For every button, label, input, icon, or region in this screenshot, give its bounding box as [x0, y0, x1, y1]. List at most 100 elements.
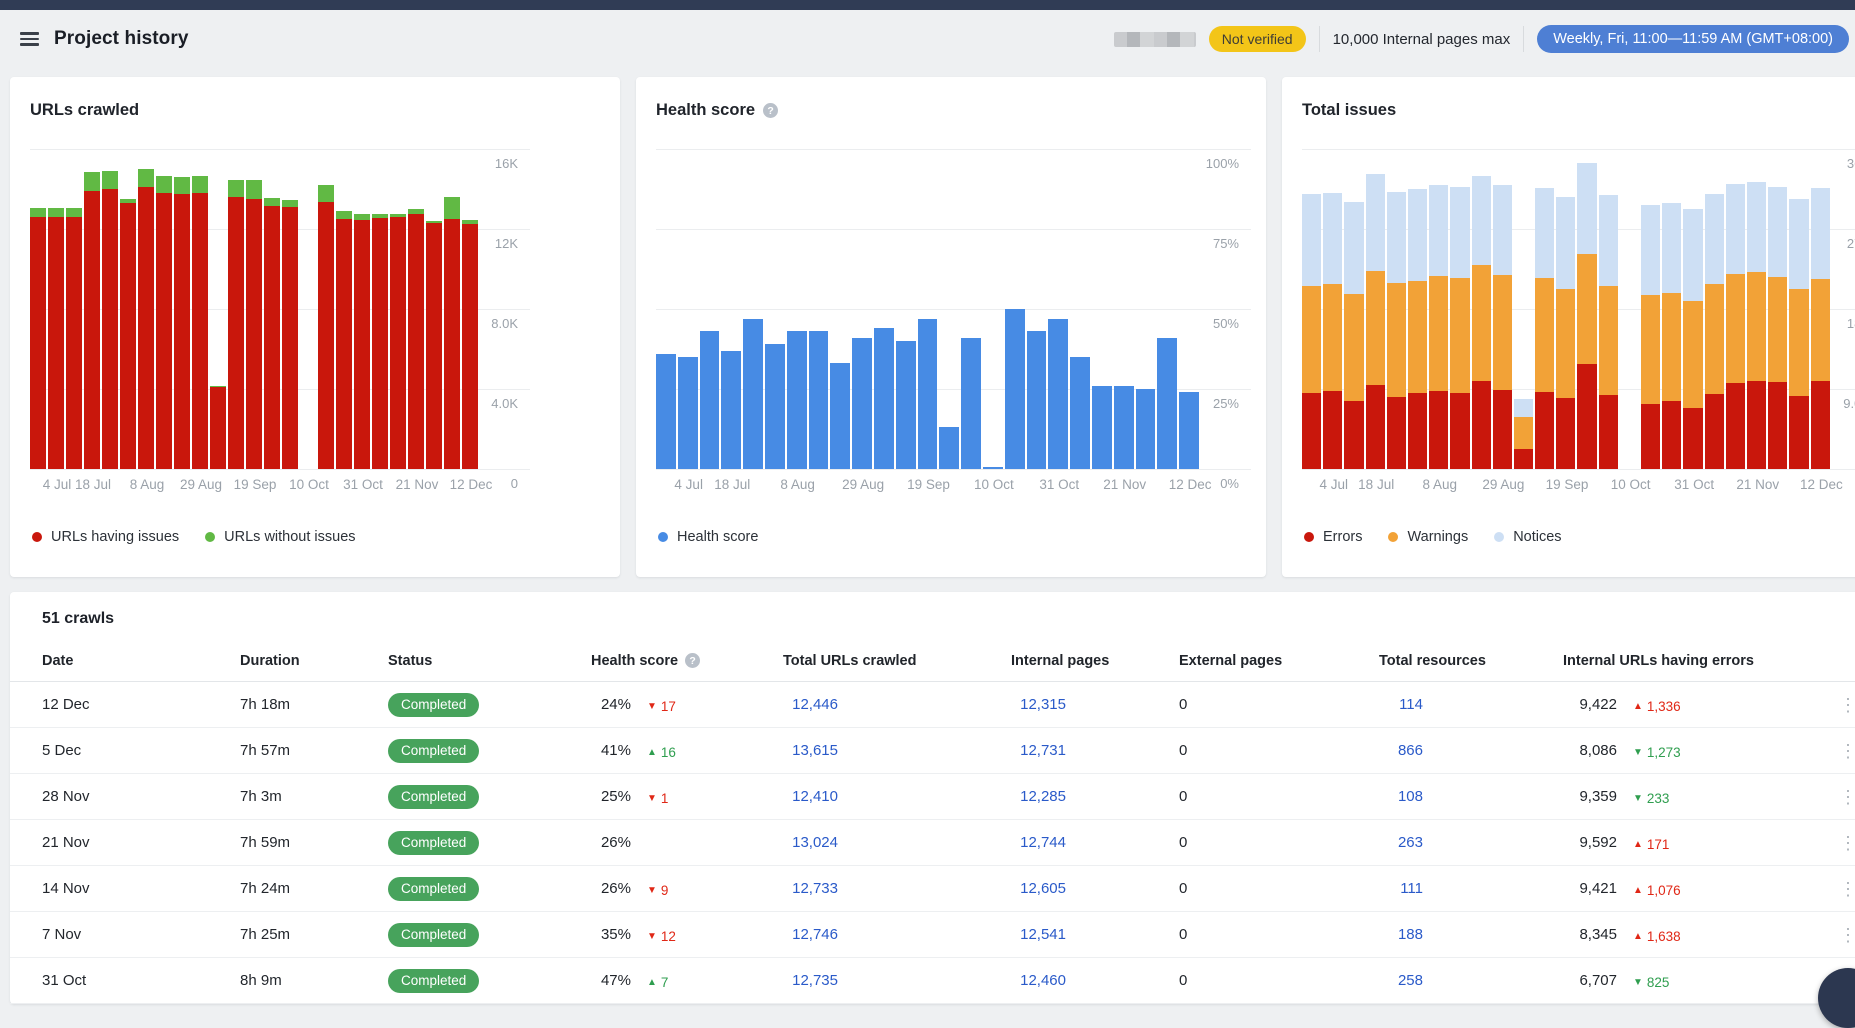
- external-pages-value: 0: [1179, 742, 1187, 759]
- internal-pages-cell: 12,744: [1011, 834, 1179, 851]
- divider: [1319, 26, 1320, 52]
- errors-count-value: 9,592: [1563, 834, 1617, 851]
- crawl-metric-link[interactable]: 12,541: [1011, 926, 1066, 943]
- bar: [30, 208, 46, 469]
- bars-group: [1302, 163, 1830, 469]
- internal-pages-cell: 12,541: [1011, 926, 1179, 943]
- internal-pages-cell: 12,605: [1011, 880, 1179, 897]
- crawl-metric-link[interactable]: 258: [1379, 972, 1423, 989]
- x-axis-tick-label: 18 Jul: [62, 477, 124, 492]
- crawl-metric-link[interactable]: 111: [1379, 880, 1423, 897]
- crawl-metric-link[interactable]: 12,446: [783, 696, 838, 713]
- crawl-metric-link[interactable]: 12,744: [1011, 834, 1066, 851]
- change-indicator: ▲7: [647, 975, 668, 990]
- crawl-duration: 7h 25m: [240, 926, 388, 943]
- crawl-metric-link[interactable]: 12,605: [1011, 880, 1066, 897]
- x-axis-tick-label: 10 Oct: [1600, 477, 1662, 492]
- bar: [1641, 205, 1660, 469]
- crawl-duration: 7h 59m: [240, 834, 388, 851]
- internal-pages-cell: 12,285: [1011, 788, 1179, 805]
- internal-pages-cell: 12,315: [1011, 696, 1179, 713]
- crawl-metric-link[interactable]: 263: [1379, 834, 1423, 851]
- x-axis-tick-label: 29 Aug: [832, 477, 894, 492]
- urls-errors-cell: 9,592▲171: [1563, 834, 1810, 852]
- crawl-status: Completed: [388, 785, 591, 809]
- health-score-value: 26%: [591, 880, 631, 897]
- row-actions-kebab-icon[interactable]: ⋮: [1839, 698, 1855, 712]
- row-actions-kebab-icon[interactable]: ⋮: [1839, 744, 1855, 758]
- x-axis-tick-label: 10 Oct: [278, 477, 340, 492]
- crawl-metric-link[interactable]: 108: [1379, 788, 1423, 805]
- legend-item: Health score: [658, 529, 758, 545]
- row-actions-kebab-icon[interactable]: ⋮: [1839, 836, 1855, 850]
- errors-count-value: 6,707: [1563, 972, 1617, 989]
- health-score-legend-dot: [658, 532, 668, 542]
- row-actions-kebab-icon[interactable]: ⋮: [1839, 928, 1855, 942]
- crawl-metric-link[interactable]: 13,024: [783, 834, 838, 851]
- crawl-metric-link[interactable]: 12,746: [783, 926, 838, 943]
- status-badge: Completed: [388, 877, 479, 901]
- crawl-metric-link[interactable]: 188: [1379, 926, 1423, 943]
- bar: [1136, 389, 1156, 469]
- crawl-metric-link[interactable]: 866: [1379, 742, 1423, 759]
- help-icon[interactable]: ?: [685, 653, 700, 668]
- gridline: [30, 149, 530, 150]
- crawls-count-title: 51 crawls: [10, 610, 1855, 640]
- external-pages-value: 0: [1179, 972, 1187, 989]
- total-urls-cell: 12,746: [783, 926, 1011, 943]
- x-axis-tick-label: 31 Oct: [1028, 477, 1090, 492]
- bar: [809, 331, 829, 469]
- x-axis-tick-label: 18 Jul: [1345, 477, 1407, 492]
- column-header-label: Total URLs crawled: [783, 653, 916, 669]
- y-axis-tick-label: 75%: [1173, 236, 1239, 251]
- health-score-cell: 25%▼1: [591, 788, 783, 806]
- crawl-metric-link[interactable]: 12,410: [783, 788, 838, 805]
- bar: [1789, 199, 1808, 469]
- change-indicator: ▼825: [1633, 975, 1669, 990]
- external-pages-value: 0: [1179, 788, 1187, 805]
- health-score-chart: 100%75%50%25%0%4 Jul18 Jul8 Aug29 Aug19 …: [656, 149, 1246, 469]
- x-axis-tick-label: 29 Aug: [1472, 477, 1534, 492]
- crawl-metric-link[interactable]: 12,315: [1011, 696, 1066, 713]
- total-resources-cell: 188: [1379, 926, 1563, 943]
- bar: [264, 198, 280, 469]
- pages-limit-label: 10,000 Internal pages max: [1333, 31, 1511, 48]
- crawl-metric-link[interactable]: 12,733: [783, 880, 838, 897]
- status-badge: Completed: [388, 831, 479, 855]
- header-right-group: Not verified 10,000 Internal pages max W…: [1114, 25, 1849, 53]
- bar: [721, 351, 741, 469]
- total-issues-legend: ErrorsWarningsNotices: [1304, 529, 1562, 545]
- crawl-metric-link[interactable]: 114: [1379, 696, 1423, 713]
- crawl-status: Completed: [388, 877, 591, 901]
- total-urls-cell: 12,446: [783, 696, 1011, 713]
- help-icon[interactable]: ?: [763, 103, 778, 118]
- crawl-metric-link[interactable]: 12,460: [1011, 972, 1066, 989]
- crawl-metric-link[interactable]: 12,731: [1011, 742, 1066, 759]
- bar: [1472, 176, 1491, 469]
- crawl-status: Completed: [388, 739, 591, 763]
- health-score-cell: 35%▼12: [591, 926, 783, 944]
- status-badge: Completed: [388, 923, 479, 947]
- crawl-schedule-button[interactable]: Weekly, Fri, 11:00—11:59 AM (GMT+08:00): [1537, 25, 1849, 53]
- row-actions-kebab-icon[interactable]: ⋮: [1839, 882, 1855, 896]
- urls-having-issues-legend-dot: [32, 532, 42, 542]
- x-axis-tick-label: 21 Nov: [1727, 477, 1789, 492]
- legend-item: Notices: [1494, 529, 1561, 545]
- status-badge: Completed: [388, 785, 479, 809]
- crawl-metric-link[interactable]: 13,615: [783, 742, 838, 759]
- crawl-row: 21 Nov7h 59mCompleted26%13,02412,7440263…: [10, 820, 1855, 866]
- row-actions-kebab-icon[interactable]: ⋮: [1839, 790, 1855, 804]
- hamburger-menu-icon[interactable]: [20, 32, 39, 46]
- bar: [1070, 357, 1090, 469]
- change-indicator: ▼12: [647, 929, 676, 944]
- crawl-metric-link[interactable]: 12,735: [783, 972, 838, 989]
- triangle-down-icon: ▼: [647, 885, 657, 896]
- bar: [210, 386, 226, 470]
- column-header-label: Internal pages: [1011, 653, 1109, 669]
- bar: [318, 185, 334, 469]
- health-score-value: 25%: [591, 788, 631, 805]
- internal-pages-cell: 12,731: [1011, 742, 1179, 759]
- bar: [1344, 202, 1363, 469]
- crawl-metric-link[interactable]: 12,285: [1011, 788, 1066, 805]
- bar: [408, 209, 424, 469]
